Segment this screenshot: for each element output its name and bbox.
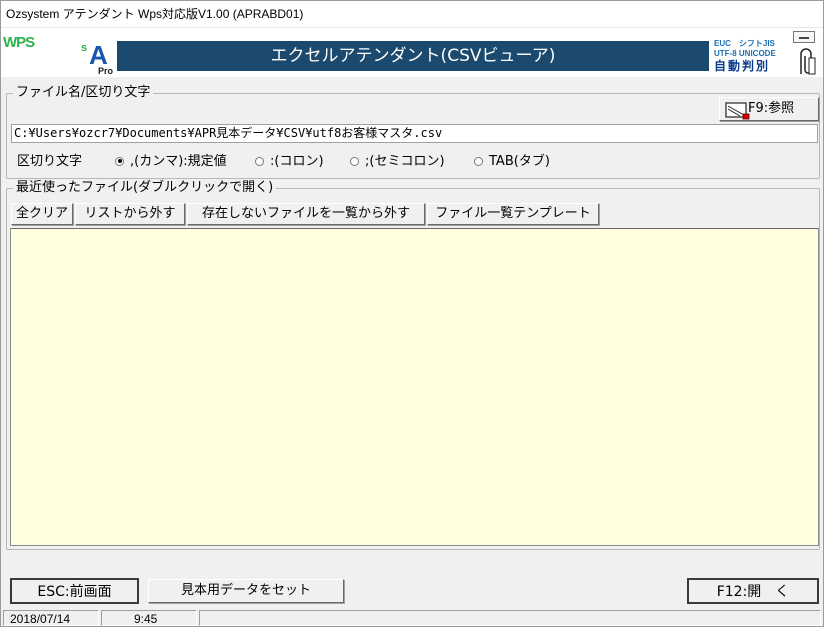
window-title: Ozsystem アテンダント Wps対応版V1.00 (APRABD01) xyxy=(1,1,823,27)
radio-colon-indicator xyxy=(255,156,264,166)
radio-comma[interactable]: ,(カンマ):規定値 xyxy=(115,152,227,172)
clear-all-button[interactable]: 全クリア xyxy=(11,203,73,225)
folder-browse-icon xyxy=(725,102,750,120)
encoding-line-2: UTF-8 UNICODE xyxy=(714,49,776,58)
status-message xyxy=(199,610,821,626)
esc-back-button[interactable]: ESC:前画面 xyxy=(10,578,139,604)
browse-button[interactable]: F9:参照 xyxy=(719,97,819,121)
file-list-template-button[interactable]: ファイル一覧テンプレート xyxy=(427,203,599,225)
wps-logo: WPS xyxy=(3,34,35,51)
wps-logo-text: WPS xyxy=(3,34,35,51)
encoding-line-1: EUC シフトJIS xyxy=(714,39,775,48)
recent-files-list[interactable] xyxy=(10,228,819,546)
radio-tab-indicator xyxy=(474,156,483,166)
minimize-button[interactable] xyxy=(793,31,815,43)
set-sample-data-button[interactable]: 見本用データをセット xyxy=(148,579,344,603)
app-window: Ozsystem アテンダント Wps対応版V1.00 (APRABD01) W… xyxy=(0,0,824,627)
radio-comma-indicator xyxy=(115,156,124,166)
file-path-input[interactable]: C:¥Users¥ozcr7¥Documents¥APR見本データ¥CSV¥ut… xyxy=(11,124,818,143)
remove-missing-files-button[interactable]: 存在しないファイルを一覧から外す xyxy=(187,203,425,225)
remove-from-list-button[interactable]: リストから外す xyxy=(75,203,185,225)
radio-colon-label: :(コロン) xyxy=(270,154,324,169)
sa-logo-pro: Pro xyxy=(98,66,114,76)
sa-logo-s: s xyxy=(81,42,88,54)
encoding-line-3: 自動判別 xyxy=(714,59,771,73)
radio-colon[interactable]: :(コロン) xyxy=(255,152,324,172)
app-banner-title: エクセルアテンダント(CSVビューア) xyxy=(117,41,709,71)
radio-semicolon-indicator xyxy=(350,156,359,166)
paperclip-icon xyxy=(800,48,816,75)
status-date: 2018/07/14 xyxy=(3,610,99,626)
status-time: 9:45 xyxy=(101,610,197,626)
sa-pro-logo: s A Pro xyxy=(81,38,115,78)
encoding-badge: EUC シフトJIS UTF-8 UNICODE 自動判別 xyxy=(711,39,793,73)
delimiter-label: 区切り文字 xyxy=(17,154,83,169)
radio-tab[interactable]: TAB(タブ) xyxy=(474,152,550,172)
radio-comma-label: ,(カンマ):規定値 xyxy=(130,154,227,169)
radio-semicolon-label: ;(セミコロン) xyxy=(365,154,445,169)
radio-tab-label: TAB(タブ) xyxy=(489,154,550,169)
radio-semicolon[interactable]: ;(セミコロン) xyxy=(350,152,445,172)
status-bar: 2018/07/14 9:45 xyxy=(1,610,823,626)
browse-button-label: F9:参照 xyxy=(748,101,795,116)
recent-group-legend: 最近使ったファイル(ダブルクリックで開く) xyxy=(13,180,277,196)
app-header: WPS s A Pro エクセルアテンダント(CSVビューア) EUC シフトJ… xyxy=(1,27,823,77)
file-group-legend: ファイル名/区切り文字 xyxy=(13,85,154,101)
f12-open-button[interactable]: F12:開 く xyxy=(687,578,819,604)
